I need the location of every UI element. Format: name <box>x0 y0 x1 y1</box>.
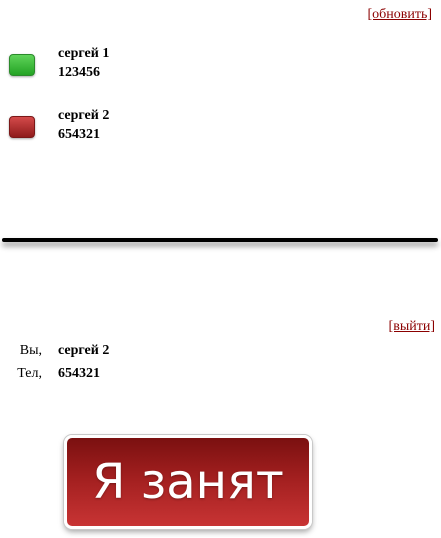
status-free-icon <box>9 54 35 76</box>
contact-item: сергей 1 123456 <box>8 46 308 86</box>
you-label: Вы, <box>19 343 42 358</box>
phone-label: Тел, <box>17 366 42 381</box>
contact-item: сергей 2 654321 <box>8 108 308 148</box>
status-busy-icon <box>9 116 35 138</box>
refresh-link[interactable]: [обновить] <box>367 7 432 23</box>
current-user-row: Вы, сергей 2 <box>0 343 300 361</box>
current-phone-row: Тел, 654321 <box>0 366 300 384</box>
phone-value: 654321 <box>58 366 100 381</box>
contact-phone: 654321 <box>58 127 100 142</box>
contact-phone: 123456 <box>58 65 100 80</box>
section-divider <box>2 238 438 242</box>
logout-link[interactable]: [выйти] <box>389 319 435 335</box>
contact-name: сергей 1 <box>58 46 110 61</box>
contact-name: сергей 2 <box>58 108 110 123</box>
you-value: сергей 2 <box>58 343 110 358</box>
busy-button[interactable]: Я занят <box>64 435 312 529</box>
